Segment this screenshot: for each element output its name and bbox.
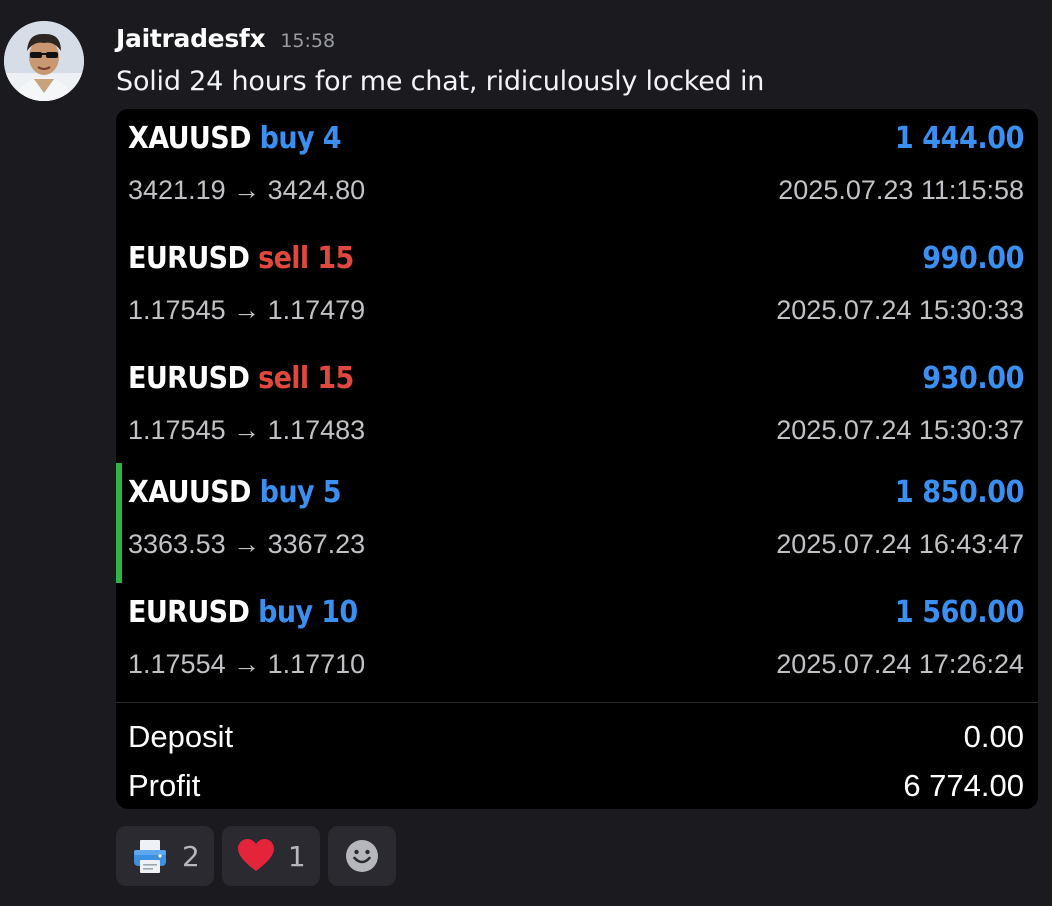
trade-row-selected: XAUUSD buy 5 1 850.00 3363.53 → 3367.23 …	[116, 463, 1038, 583]
trade-title: EURUSD sell 15	[128, 241, 354, 276]
printer-icon	[130, 836, 170, 876]
trade-symbol: EURUSD	[128, 241, 250, 276]
reactions-bar: 2 1	[116, 826, 396, 886]
trade-profit: 1 444.00	[894, 121, 1025, 156]
trade-title: XAUUSD buy 5	[128, 475, 342, 510]
profit-label: Profit	[128, 768, 201, 803]
trade-side: buy 10	[258, 595, 358, 630]
deposit-label: Deposit	[128, 719, 234, 754]
trade-symbol: EURUSD	[128, 595, 250, 630]
trade-time: 2025.07.24 15:30:37	[776, 415, 1024, 445]
trade-prices: 3363.53 → 3367.23	[128, 529, 366, 559]
trade-row: XAUUSD buy 4 1 444.00 3421.19 → 3424.80 …	[116, 109, 1038, 229]
trade-time: 2025.07.24 17:26:24	[776, 649, 1024, 679]
avatar-image	[4, 21, 84, 101]
trade-profit: 1 850.00	[894, 475, 1025, 510]
trade-profit: 1 560.00	[894, 595, 1025, 630]
trade-time: 2025.07.24 15:30:33	[776, 295, 1024, 325]
trade-row: EURUSD sell 15 930.00 1.17545 → 1.17483 …	[116, 349, 1038, 469]
trade-symbol: XAUUSD	[128, 475, 251, 510]
trade-side: buy 5	[259, 475, 342, 510]
message-timestamp: 15:58	[280, 30, 336, 52]
reaction-printer[interactable]: 2	[116, 826, 214, 886]
add-reaction-button[interactable]	[327, 826, 396, 886]
profit-total-value: 6 774.00	[903, 768, 1024, 803]
trade-symbol: EURUSD	[128, 361, 250, 396]
reaction-count: 2	[182, 839, 200, 873]
avatar[interactable]	[4, 21, 84, 101]
deposit-value: 0.00	[963, 719, 1024, 754]
trade-title: XAUUSD buy 4	[128, 121, 342, 156]
heart-icon	[236, 836, 276, 876]
trade-profit: 990.00	[922, 241, 1024, 276]
message-header: Jaitradesfx 15:58	[116, 24, 335, 60]
trade-symbol: XAUUSD	[128, 121, 251, 156]
trade-prices: 1.17545 → 1.17479	[128, 295, 366, 325]
trade-time: 2025.07.24 16:43:47	[776, 529, 1024, 559]
trade-history-card: XAUUSD buy 4 1 444.00 3421.19 → 3424.80 …	[116, 109, 1038, 809]
trade-prices: 1.17554 → 1.17710	[128, 649, 366, 679]
trade-row: EURUSD buy 10 1 560.00 1.17554 → 1.17710…	[116, 583, 1038, 703]
trade-side: buy 4	[259, 121, 342, 156]
summary-divider	[116, 702, 1038, 703]
trade-side: sell 15	[258, 241, 354, 276]
reaction-count: 1	[287, 839, 306, 873]
add-reaction-icon	[342, 836, 382, 876]
trade-profit: 930.00	[922, 361, 1024, 396]
trade-time: 2025.07.23 11:15:58	[778, 175, 1024, 205]
username[interactable]: Jaitradesfx	[116, 24, 266, 53]
trade-title: EURUSD sell 15	[128, 361, 354, 396]
trade-title: EURUSD buy 10	[128, 595, 358, 630]
trade-side: sell 15	[258, 361, 354, 396]
trade-row: EURUSD sell 15 990.00 1.17545 → 1.17479 …	[116, 229, 1038, 349]
chat-message: Jaitradesfx 15:58 Solid 24 hours for me …	[0, 0, 1052, 906]
trade-prices: 3421.19 → 3424.80	[128, 175, 366, 205]
message-text: Solid 24 hours for me chat, ridiculously…	[116, 66, 765, 97]
trade-prices: 1.17545 → 1.17483	[128, 415, 366, 445]
reaction-heart[interactable]: 1	[221, 826, 320, 886]
